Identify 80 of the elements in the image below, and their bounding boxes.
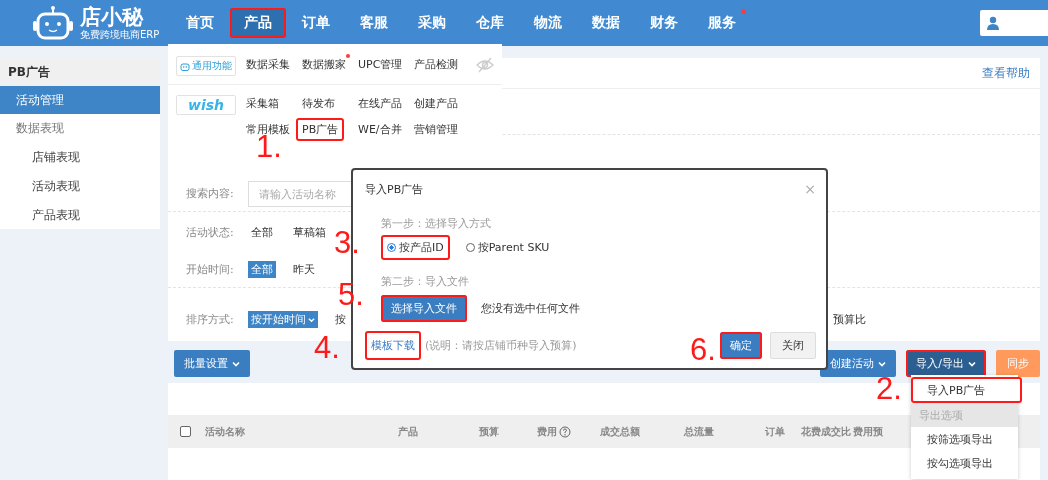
menu-item[interactable]: 按筛选项导出	[911, 427, 1018, 451]
filter-option[interactable]: 全部	[248, 261, 276, 278]
general-badge: 通用功能	[176, 56, 236, 76]
column-header: 产品	[398, 424, 418, 439]
user-icon	[986, 16, 1000, 30]
nav-tab[interactable]: 订单	[288, 8, 344, 38]
step-label: 第一步：选择导入方式	[381, 216, 492, 231]
menu-item[interactable]: 营销管理	[414, 121, 458, 138]
menu-item[interactable]: 在线产品	[358, 95, 402, 112]
nav-tab[interactable]: 客服	[346, 8, 402, 38]
column-header: 订单	[765, 424, 785, 439]
dialog-title: 导入PB广告	[365, 181, 424, 197]
radio-option[interactable]: 按产品ID	[381, 235, 450, 260]
create-campaign-button[interactable]: 创建活动	[820, 350, 897, 377]
filter-option[interactable]: 按	[332, 311, 349, 328]
menu-item[interactable]: 数据搬家	[302, 56, 346, 73]
logo-name: 店小秘	[80, 5, 145, 29]
menu-item[interactable]: PB广告	[296, 118, 345, 141]
step-label: 第二步：导入文件	[381, 274, 470, 289]
filter-label: 排序方式:	[186, 312, 234, 327]
column-header: 费用预	[853, 424, 883, 439]
sidebar-title: PB广告	[0, 58, 160, 86]
filter-label: 开始时间:	[186, 262, 234, 277]
menu-item[interactable]: 产品检测	[414, 56, 458, 73]
nav-tab[interactable]: 数据	[578, 8, 634, 38]
step-number: 4.	[314, 333, 340, 363]
menu-item[interactable]: UPC管理	[358, 56, 403, 73]
checkbox[interactable]	[180, 426, 191, 437]
nav-tab[interactable]: 物流	[520, 8, 576, 38]
logo-tagline: 免费跨境电商ERP	[80, 29, 160, 41]
filter-option[interactable]: 全部	[248, 223, 276, 241]
help-icon	[559, 425, 571, 438]
filter-option[interactable]: 昨天	[290, 261, 318, 278]
menu-item[interactable]: 采集箱	[246, 95, 279, 112]
menu-item[interactable]: WE/合并	[358, 121, 402, 138]
wish-badge: wish	[176, 95, 236, 115]
note-text: (说明：请按店铺币种导入预算)	[425, 337, 577, 353]
caret-icon	[968, 359, 976, 368]
robot-icon	[180, 61, 190, 71]
close-dialog-button[interactable]: 关闭	[770, 331, 816, 359]
nav-tab[interactable]: 产品	[230, 8, 286, 38]
column-header: 成交总额	[600, 424, 640, 439]
nav-tab[interactable]: 采购	[404, 8, 460, 38]
caret-icon	[878, 359, 887, 368]
caret-icon	[308, 315, 315, 324]
menu-item[interactable]: 按勾选项导出	[911, 451, 1018, 475]
column-header: 花费成交比	[801, 424, 851, 439]
file-status: 您没有选中任何文件	[481, 301, 580, 316]
nav-tab[interactable]: 财务	[636, 8, 692, 38]
filter-label: 活动状态:	[186, 224, 234, 240]
choose-file-button[interactable]: 选择导入文件	[381, 295, 467, 322]
batch-settings-button[interactable]: 批量设置	[174, 350, 250, 377]
robot-logo-icon	[32, 5, 74, 41]
radio-option[interactable]: 按Parent SKU	[459, 235, 556, 260]
template-download-link[interactable]: 模板下载	[365, 330, 421, 360]
caret-icon	[232, 359, 240, 368]
import-export-button[interactable]: 导入/导出	[906, 350, 986, 377]
nav-tab[interactable]: 服务	[694, 8, 750, 38]
filter-label: 搜索内容:	[186, 186, 234, 201]
user-button[interactable]	[980, 10, 1048, 36]
step-number: 2.	[876, 374, 902, 404]
column-header: 费用	[537, 424, 557, 439]
menu-item[interactable]: 数据采集	[246, 56, 290, 73]
nav-tab[interactable]: 仓库	[462, 8, 518, 38]
radio-dot[interactable]	[387, 243, 396, 252]
column-header: 总流量	[684, 424, 714, 439]
step-number: 6.	[690, 335, 716, 365]
menu-item[interactable]: 待发布	[302, 95, 335, 112]
confirm-button[interactable]: 确定	[720, 331, 762, 359]
sidebar-item[interactable]: 活动管理	[0, 86, 160, 114]
column-header: 活动名称	[205, 424, 245, 439]
column-header: 预算	[479, 424, 499, 439]
menu-item[interactable]: 导入PB广告	[911, 377, 1022, 403]
filter-option[interactable]: 草稿箱	[290, 223, 329, 241]
help-link[interactable]: 查看帮助	[982, 64, 1030, 82]
menu-item[interactable]: 创建产品	[414, 95, 458, 112]
radio-dot[interactable]	[465, 243, 475, 252]
filter-option[interactable]: 按开始时间	[248, 311, 318, 328]
filter-option[interactable]: 预算比	[833, 312, 866, 327]
nav-tab[interactable]: 首页	[172, 8, 228, 38]
